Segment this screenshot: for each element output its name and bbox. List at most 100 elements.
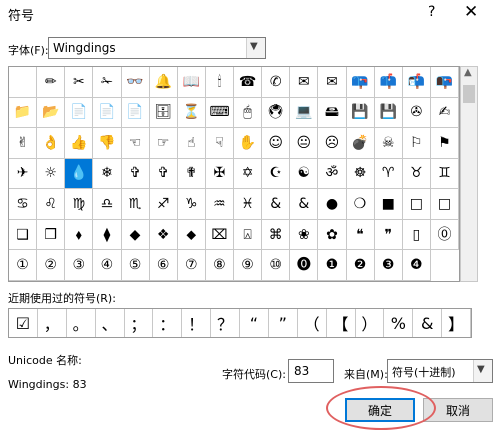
symbol-cell[interactable]: 💾 (346, 97, 375, 129)
symbol-cell-selected[interactable]: 💧 (65, 158, 94, 190)
symbol-cell[interactable]: ॐ (318, 158, 347, 190)
symbol-cell[interactable]: ✋ (234, 128, 263, 159)
symbol-cell[interactable]: ⑨ (234, 250, 263, 281)
symbol-cell[interactable]: ❒ (37, 219, 66, 251)
symbol-cell[interactable]: 💾 (374, 97, 403, 129)
symbol-cell[interactable]: ⏳ (177, 97, 206, 129)
symbol-cell[interactable]: 👌 (37, 128, 66, 159)
scroll-up-icon[interactable]: ▲ (464, 67, 472, 78)
symbol-cell[interactable]: 📄 (65, 97, 94, 129)
symbol-cell[interactable] (9, 67, 38, 98)
symbol-cell[interactable]: 📄 (121, 97, 150, 129)
symbol-cell[interactable]: ✌ (9, 128, 38, 159)
symbol-cell[interactable]: ❖ (149, 219, 178, 251)
symbol-cell[interactable]: 👓 (121, 67, 150, 98)
symbol-cell[interactable]: ♊ (430, 158, 459, 190)
recent-symbol-cell[interactable]: ， (38, 309, 67, 337)
symbol-cell[interactable]: ✟ (177, 158, 206, 190)
symbol-cell[interactable]: ⓿ (290, 250, 319, 281)
symbol-cell[interactable]: ♎ (93, 189, 122, 220)
recent-symbol-cell[interactable]: 。 (67, 309, 96, 337)
symbol-cell[interactable]: ⌧ (205, 219, 234, 251)
symbol-cell[interactable]: ② (37, 250, 66, 281)
symbol-cell[interactable]: ♍ (65, 189, 94, 220)
symbol-cell[interactable]: ✇ (402, 97, 431, 129)
font-dropdown-button[interactable]: ▼ (246, 38, 265, 58)
symbol-cell[interactable]: ☼ (37, 158, 66, 190)
symbol-cell[interactable]: ✉ (290, 67, 319, 98)
symbol-cell[interactable]: ✁ (93, 67, 122, 98)
symbol-cell[interactable]: ☪ (262, 158, 291, 190)
from-dropdown-button[interactable]: ▼ (473, 360, 492, 382)
symbol-cell[interactable]: ☝ (177, 128, 206, 159)
symbol-cell[interactable]: ❝ (346, 219, 375, 251)
symbol-cell[interactable]: ✠ (205, 158, 234, 190)
symbol-cell[interactable]: ⚑ (430, 128, 459, 159)
symbol-cell[interactable]: ● (318, 189, 347, 220)
symbol-cell[interactable]: ❶ (318, 250, 347, 281)
symbol-cell[interactable]: ☟ (205, 128, 234, 159)
symbol-cell[interactable]: & (290, 189, 319, 220)
char-code-input[interactable]: 83 (288, 359, 334, 383)
symbol-cell[interactable]: 📪 (346, 67, 375, 98)
symbol-cell[interactable]: ♋ (9, 189, 38, 220)
symbol-cell[interactable]: ✏ (37, 67, 66, 98)
symbol-cell[interactable]: ⍓ (234, 219, 263, 251)
recent-symbol-cell[interactable]: ☑ (9, 309, 38, 337)
symbol-cell[interactable]: ✍ (430, 97, 459, 129)
symbol-cell[interactable]: ☜ (121, 128, 150, 159)
symbol-cell[interactable]: 🕯 (205, 67, 234, 98)
symbol-cell[interactable]: ⑧ (205, 250, 234, 281)
symbol-cell[interactable]: 🖴 (318, 97, 347, 129)
symbol-cell[interactable]: ❞ (374, 219, 403, 251)
close-icon[interactable]: ✕ (464, 2, 478, 22)
symbol-cell[interactable]: ♑ (177, 189, 206, 220)
symbol-cell[interactable]: ☎ (234, 67, 263, 98)
symbol-cell[interactable]: ❄ (93, 158, 122, 190)
symbol-cell[interactable]: 📖 (177, 67, 206, 98)
symbol-cell[interactable]: ☞ (149, 128, 178, 159)
symbol-cell[interactable]: ❑ (9, 219, 38, 251)
symbol-cell[interactable]: ⌨ (205, 97, 234, 129)
symbol-cell[interactable]: ❷ (346, 250, 375, 281)
symbol-cell[interactable]: 😐 (290, 128, 319, 159)
symbol-grid-scrollbar[interactable]: ▲ (460, 66, 478, 282)
symbol-cell[interactable]: ☸ (346, 158, 375, 190)
symbol-cell[interactable]: 🔔 (149, 67, 178, 98)
symbol-cell[interactable]: ⑦ (177, 250, 206, 281)
recent-symbol-cell[interactable]: ！ (182, 309, 212, 337)
help-icon[interactable]: ? (428, 4, 435, 20)
recent-symbol-cell[interactable]: “ (240, 309, 269, 337)
symbol-cell[interactable]: ✿ (318, 219, 347, 251)
symbol-cell[interactable]: ⬧ (65, 219, 94, 251)
scrollbar-thumb[interactable] (463, 85, 475, 103)
symbol-cell[interactable]: □ (402, 189, 431, 220)
symbol-cell[interactable]: 📫 (374, 67, 403, 98)
symbol-cell[interactable]: 📬 (402, 67, 431, 98)
symbol-cell[interactable]: ☯ (290, 158, 319, 190)
recent-symbol-cell[interactable]: ； (125, 309, 154, 337)
symbol-cell[interactable]: 📂 (37, 97, 66, 129)
symbol-cell[interactable]: ☠ (374, 128, 403, 159)
symbol-cell[interactable]: ⓪ (430, 219, 459, 251)
recent-symbol-cell[interactable]: ） (356, 309, 385, 337)
symbol-cell[interactable]: ❸ (374, 250, 403, 281)
symbol-cell[interactable]: ♉ (402, 158, 431, 190)
symbol-cell[interactable]: ❍ (346, 189, 375, 220)
symbol-cell[interactable]: ▯ (402, 219, 431, 251)
symbol-cell[interactable]: 🖲 (262, 97, 291, 129)
recent-symbol-cell[interactable]: 】 (442, 309, 471, 337)
symbol-cell[interactable]: ⚐ (402, 128, 431, 159)
symbol-cell[interactable]: ♈ (374, 158, 403, 190)
symbol-cell[interactable]: ❹ (402, 250, 431, 281)
symbol-cell[interactable]: 🗄 (149, 97, 178, 129)
symbol-cell[interactable]: ◆ (121, 219, 150, 251)
symbol-cell[interactable]: ✂ (65, 67, 94, 98)
symbol-cell[interactable]: 💻 (290, 97, 319, 129)
recent-symbol-cell[interactable]: 【 (327, 309, 356, 337)
recent-symbol-cell[interactable]: ？ (211, 309, 240, 337)
symbol-cell[interactable]: 👎 (93, 128, 122, 159)
symbol-cell[interactable]: ♒ (205, 189, 234, 220)
symbol-cell[interactable]: □ (430, 189, 459, 220)
symbol-cell[interactable]: ✈ (9, 158, 38, 190)
